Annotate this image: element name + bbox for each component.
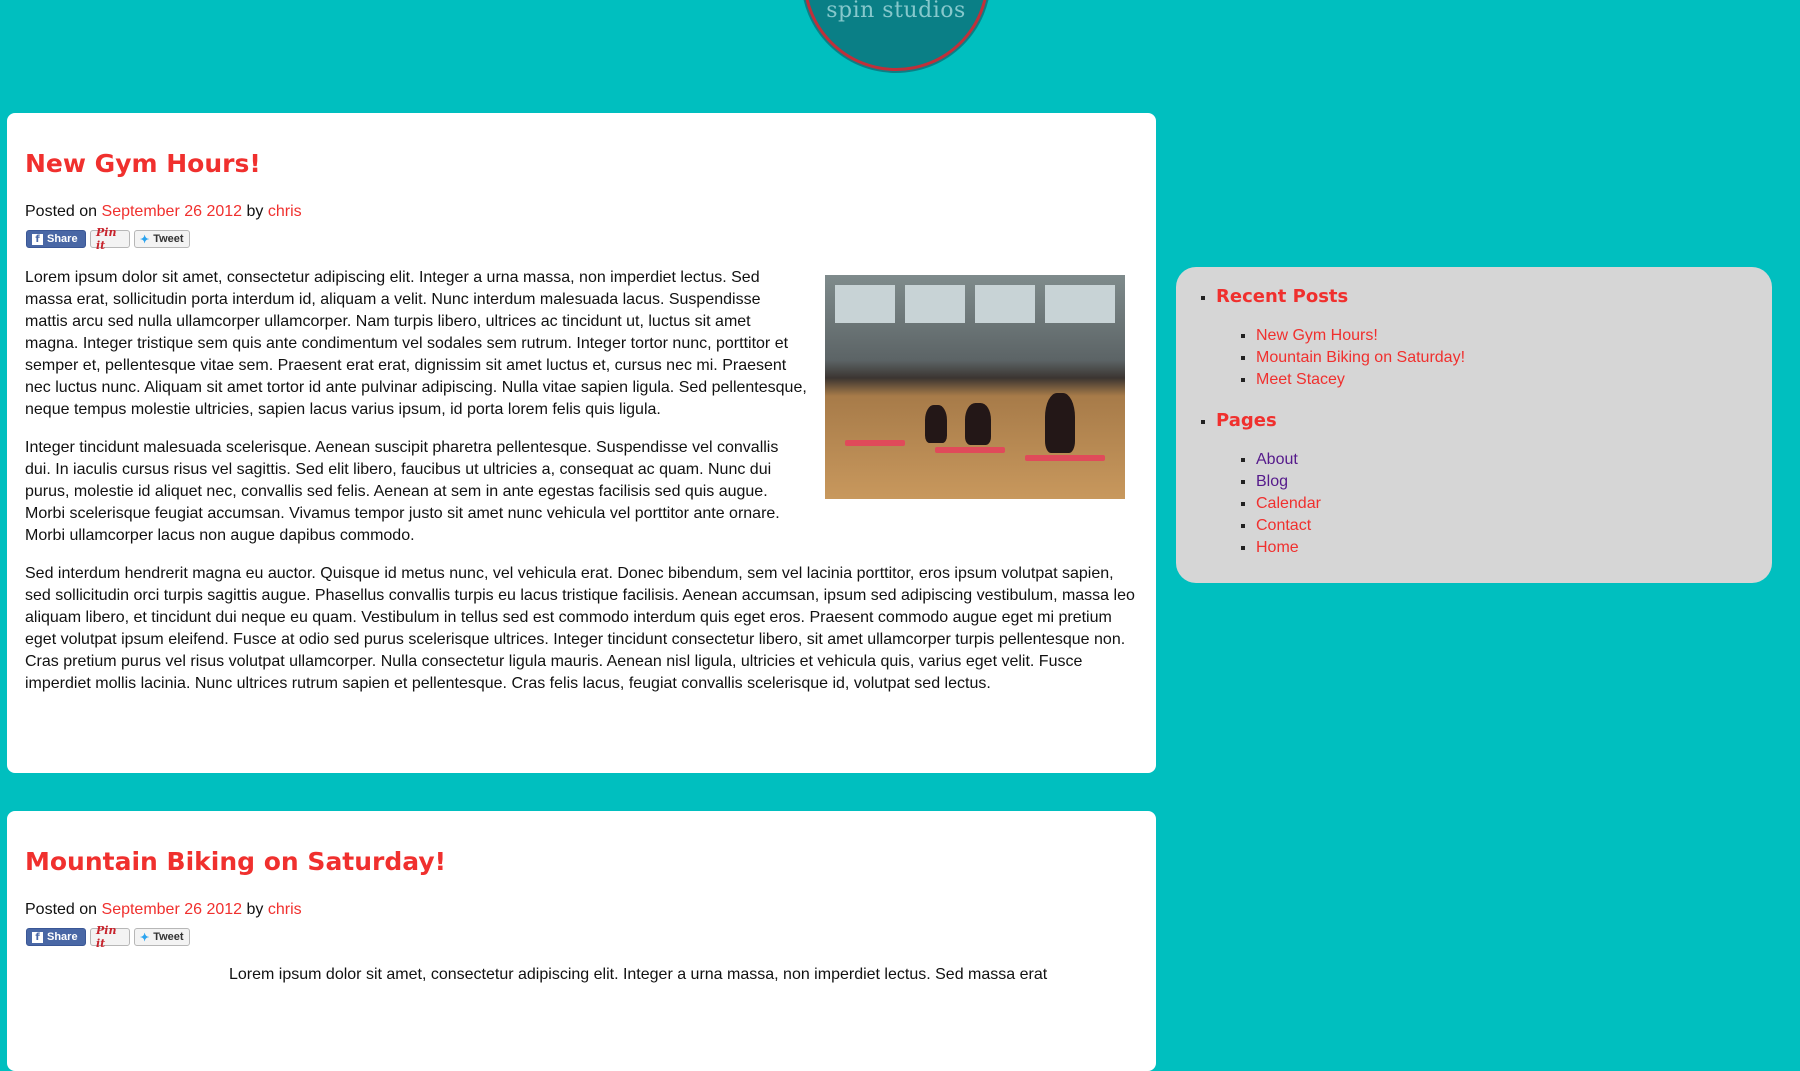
list-item: Meet Stacey xyxy=(1256,369,1465,391)
page-link-calendar[interactable]: Calendar xyxy=(1256,495,1321,512)
list-item: Calendar xyxy=(1256,493,1465,515)
post-paragraph: Lorem ipsum dolor sit amet, consectetur … xyxy=(229,966,1048,983)
post-author-link[interactable]: chris xyxy=(268,901,302,918)
post-card: New Gym Hours! Posted on September 26 20… xyxy=(7,113,1156,773)
photo-mat xyxy=(1025,455,1105,461)
logo-text: spin studios xyxy=(826,0,966,23)
page-link-contact[interactable]: Contact xyxy=(1256,517,1311,534)
photo-window xyxy=(975,285,1035,323)
post-content: Lorem ipsum dolor sit amet, consectetur … xyxy=(229,966,1047,984)
photo-mat xyxy=(935,447,1005,453)
recent-post-link[interactable]: Meet Stacey xyxy=(1256,371,1345,388)
pinterest-pin-label: Pin it xyxy=(96,226,117,252)
recent-posts-list: New Gym Hours! Mountain Biking on Saturd… xyxy=(1216,325,1465,391)
post-date-link[interactable]: September 26 2012 xyxy=(102,203,243,220)
page-link-home[interactable]: Home xyxy=(1256,539,1299,556)
post-content: Lorem ipsum dolor sit amet, consectetur … xyxy=(25,267,1135,711)
list-item: New Gym Hours! xyxy=(1256,325,1465,347)
widget-title-recent-posts: Recent Posts xyxy=(1216,286,1349,307)
photo-window xyxy=(1045,285,1115,323)
post-meta: Posted on September 26 2012 by chris xyxy=(25,901,302,919)
share-buttons: f Share Pin it ✦ Tweet xyxy=(26,924,190,950)
recent-post-link[interactable]: Mountain Biking on Saturday! xyxy=(1256,349,1465,366)
twitter-bird-icon: ✦ xyxy=(140,233,150,246)
page-link-blog[interactable]: Blog xyxy=(1256,473,1288,490)
photo-person xyxy=(965,403,991,445)
pages-widget: Pages About Blog Calendar Contact Home xyxy=(1216,409,1465,559)
post-paragraph: Sed interdum hendrerit magna eu auctor. … xyxy=(25,565,1135,692)
twitter-tweet-label: Tweet xyxy=(153,233,184,245)
facebook-share-button[interactable]: f Share xyxy=(26,928,86,946)
by-label: by xyxy=(246,203,264,220)
list-item: Contact xyxy=(1256,515,1465,537)
post-author-link[interactable]: chris xyxy=(268,203,302,220)
list-item: About xyxy=(1256,449,1465,471)
recent-post-link[interactable]: New Gym Hours! xyxy=(1256,327,1378,344)
pages-list: About Blog Calendar Contact Home xyxy=(1216,449,1465,559)
post-date-link[interactable]: September 26 2012 xyxy=(102,901,243,918)
posted-on-label: Posted on xyxy=(25,203,98,220)
page-link-about[interactable]: About xyxy=(1256,451,1298,468)
pinterest-pin-label: Pin it xyxy=(96,924,117,950)
sidebar-widgets: Recent Posts New Gym Hours! Mountain Bik… xyxy=(1216,285,1465,577)
widget-title-pages: Pages xyxy=(1216,410,1277,431)
photo-window xyxy=(905,285,965,323)
photo-mat xyxy=(845,440,905,446)
photo-window xyxy=(835,285,895,323)
twitter-tweet-button[interactable]: ✦ Tweet xyxy=(134,230,190,248)
photo-person xyxy=(1045,393,1075,453)
facebook-share-label: Share xyxy=(47,233,78,245)
post-title[interactable]: New Gym Hours! xyxy=(25,149,261,178)
list-item: Home xyxy=(1256,537,1465,559)
list-item: Mountain Biking on Saturday! xyxy=(1256,347,1465,369)
facebook-share-button[interactable]: f Share xyxy=(26,230,86,248)
gym-class-photo[interactable] xyxy=(825,275,1125,499)
twitter-bird-icon: ✦ xyxy=(140,931,150,944)
pinterest-pin-button[interactable]: Pin it xyxy=(90,226,130,252)
sidebar: Recent Posts New Gym Hours! Mountain Bik… xyxy=(1176,267,1772,583)
pinterest-pin-button[interactable]: Pin it xyxy=(90,924,130,950)
by-label: by xyxy=(246,901,264,918)
post-card: Mountain Biking on Saturday! Posted on S… xyxy=(7,811,1156,1071)
posted-on-label: Posted on xyxy=(25,901,98,918)
post-title[interactable]: Mountain Biking on Saturday! xyxy=(25,847,446,876)
recent-posts-widget: Recent Posts New Gym Hours! Mountain Bik… xyxy=(1216,285,1465,391)
list-item: Blog xyxy=(1256,471,1465,493)
twitter-tweet-button[interactable]: ✦ Tweet xyxy=(134,928,190,946)
facebook-icon: f xyxy=(32,931,43,943)
facebook-icon: f xyxy=(32,233,43,245)
twitter-tweet-label: Tweet xyxy=(153,931,184,943)
post-meta: Posted on September 26 2012 by chris xyxy=(25,203,302,221)
share-buttons: f Share Pin it ✦ Tweet xyxy=(26,226,190,252)
facebook-share-label: Share xyxy=(47,931,78,943)
photo-person xyxy=(925,405,947,443)
site-logo[interactable]: spin studios xyxy=(806,0,986,68)
